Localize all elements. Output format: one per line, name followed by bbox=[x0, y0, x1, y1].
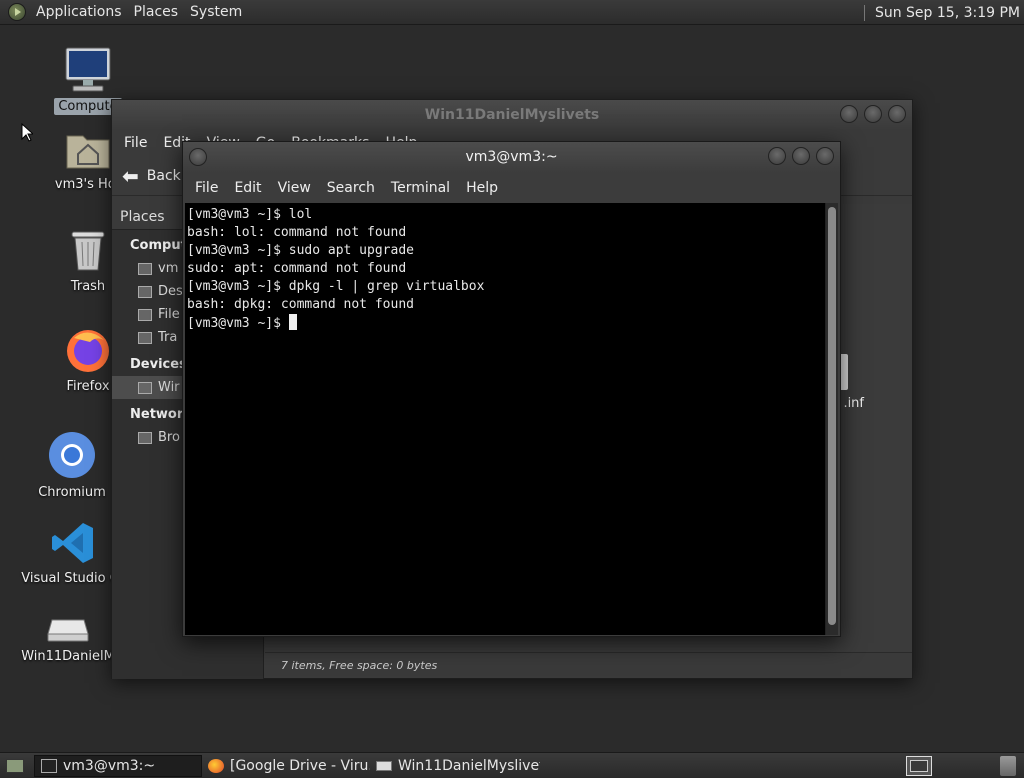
terminal-titlebar[interactable]: vm3@vm3:~ bbox=[183, 142, 840, 173]
firefox-icon bbox=[208, 758, 224, 773]
bottom-panel: vm3@vm3:~ [Google Drive - Viru... Win11D… bbox=[0, 752, 1024, 778]
desktop-icon-drive[interactable]: Win11DanielM bbox=[18, 614, 118, 665]
filesystem-icon bbox=[138, 308, 152, 321]
trash-icon bbox=[71, 231, 105, 271]
firefox-icon bbox=[67, 330, 109, 372]
term-menu-edit[interactable]: Edit bbox=[226, 180, 269, 196]
close-button[interactable] bbox=[816, 147, 834, 165]
taskbar-label: Win11DanielMyslivets bbox=[398, 757, 540, 774]
desktop-icon-vscode[interactable]: Visual Studio Co bbox=[21, 520, 127, 587]
chromium-icon bbox=[49, 432, 95, 478]
taskbar-label: [Google Drive - Viru... bbox=[230, 757, 370, 774]
file-manager-titlebar[interactable]: Win11DanielMyslivets bbox=[112, 100, 912, 130]
clock-text: Sun Sep 15, 3:19 PM bbox=[874, 4, 1020, 21]
text-cursor bbox=[288, 314, 297, 330]
minimize-button[interactable] bbox=[840, 105, 858, 123]
computer-icon bbox=[65, 47, 111, 92]
minimize-button[interactable] bbox=[768, 147, 786, 165]
taskbar-item-firefox[interactable]: [Google Drive - Viru... bbox=[202, 755, 370, 777]
terminal-line: bash: dpkg: command not found bbox=[187, 297, 414, 312]
top-panel: Applications Places System Sun Sep 15, 3… bbox=[0, 0, 1024, 25]
desktop-label-firefox: Firefox bbox=[66, 379, 110, 394]
terminal-line: [vm3@vm3 ~]$ lol bbox=[187, 207, 313, 222]
term-menu-help[interactable]: Help bbox=[458, 180, 506, 196]
scrollbar-thumb[interactable] bbox=[828, 207, 836, 625]
file-label[interactable]: .inf bbox=[843, 396, 864, 411]
terminal-window[interactable]: vm3@vm3:~ File Edit View Search Terminal… bbox=[182, 141, 841, 637]
term-menu-file[interactable]: File bbox=[187, 180, 226, 196]
terminal-menubar: File Edit View Search Terminal Help bbox=[183, 173, 840, 202]
taskbar-item-file-manager[interactable]: Win11DanielMyslivets bbox=[370, 755, 540, 777]
back-label: Back bbox=[146, 167, 181, 184]
fm-menu-file[interactable]: File bbox=[116, 135, 155, 151]
terminal-line: [vm3@vm3 ~]$ sudo apt upgrade bbox=[187, 243, 414, 258]
menu-applications[interactable]: Applications bbox=[30, 4, 128, 20]
terminal-prompt: [vm3@vm3 ~]$ bbox=[187, 316, 289, 331]
workspace-switcher[interactable] bbox=[906, 756, 932, 776]
terminal-prompt-line[interactable]: [vm3@vm3 ~]$ bbox=[187, 314, 825, 332]
distro-logo-icon[interactable] bbox=[8, 3, 26, 21]
desktop-label-drive: Win11DanielM bbox=[21, 649, 115, 664]
clock[interactable]: Sun Sep 15, 3:19 PM bbox=[863, 0, 1024, 25]
status-bar: 7 items, Free space: 0 bytes bbox=[265, 652, 912, 678]
drive-icon bbox=[138, 381, 152, 394]
terminal-output[interactable]: [vm3@vm3 ~]$ lol bash: lol: command not … bbox=[185, 203, 827, 635]
drive-icon bbox=[47, 619, 89, 642]
terminal-line: [vm3@vm3 ~]$ dpkg -l | grep virtualbox bbox=[187, 279, 485, 294]
close-button[interactable] bbox=[888, 105, 906, 123]
terminal-title: vm3@vm3:~ bbox=[465, 149, 558, 165]
desktop-icon bbox=[138, 285, 152, 298]
terminal-icon bbox=[41, 758, 57, 773]
maximize-button[interactable] bbox=[864, 105, 882, 123]
taskbar-item-terminal[interactable]: vm3@vm3:~ bbox=[34, 754, 202, 777]
drive-icon bbox=[376, 760, 392, 771]
file-manager-title: Win11DanielMyslivets bbox=[424, 107, 600, 123]
term-menu-search[interactable]: Search bbox=[319, 180, 383, 196]
desktop-label-trash: Trash bbox=[70, 279, 106, 294]
home-folder-icon bbox=[66, 135, 110, 169]
window-menu-button[interactable] bbox=[189, 148, 207, 166]
desktop-label-chromium: Chromium bbox=[38, 485, 106, 500]
terminal-line: bash: lol: command not found bbox=[187, 225, 407, 240]
show-desktop-button[interactable] bbox=[2, 755, 28, 777]
back-arrow-icon: ⬅ bbox=[122, 163, 139, 188]
menu-places[interactable]: Places bbox=[128, 4, 185, 20]
desktop-icon-chromium[interactable]: Chromium bbox=[22, 430, 122, 501]
terminal-scrollbar[interactable] bbox=[825, 203, 838, 635]
taskbar-label: vm3@vm3:~ bbox=[63, 757, 156, 774]
show-desktop-icon bbox=[6, 758, 24, 773]
maximize-button[interactable] bbox=[792, 147, 810, 165]
term-menu-view[interactable]: View bbox=[270, 180, 319, 196]
trash-icon bbox=[138, 331, 152, 344]
network-icon bbox=[138, 431, 152, 444]
terminal-line: sudo: apt: command not found bbox=[187, 261, 407, 276]
back-button[interactable]: ⬅ Back bbox=[122, 164, 181, 188]
home-icon bbox=[138, 262, 152, 275]
term-menu-terminal[interactable]: Terminal bbox=[383, 180, 458, 196]
vscode-icon bbox=[52, 523, 93, 563]
menu-system[interactable]: System bbox=[184, 4, 248, 20]
trash-applet-icon[interactable] bbox=[1000, 756, 1016, 776]
mouse-pointer-icon bbox=[21, 123, 33, 142]
